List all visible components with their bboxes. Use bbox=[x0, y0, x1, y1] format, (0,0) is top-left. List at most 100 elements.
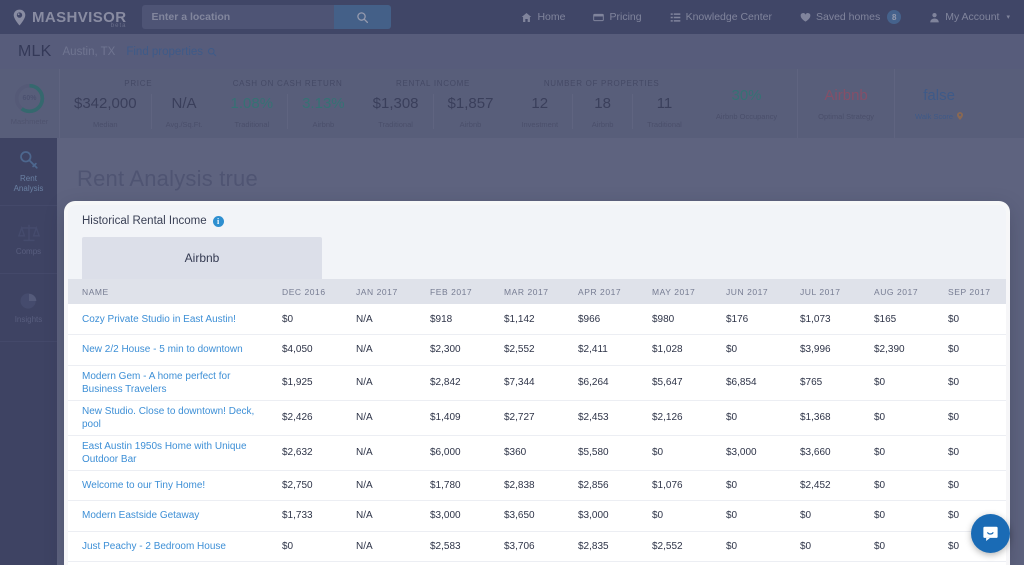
table-cell-value: $0 bbox=[860, 470, 934, 501]
stat-cell-median-price: $342,000 Median bbox=[60, 94, 152, 129]
table-cell-value: $2,856 bbox=[564, 470, 638, 501]
table-cell-value: $2,632 bbox=[268, 435, 342, 470]
stat-sublabel: Airbnb bbox=[313, 120, 335, 129]
table-cell-value: $0 bbox=[712, 400, 786, 435]
location-search-box[interactable] bbox=[142, 5, 391, 29]
table-cell-value: $3,706 bbox=[490, 531, 564, 562]
table-cell-value: $165 bbox=[860, 304, 934, 335]
table-cell-value: $176 bbox=[712, 304, 786, 335]
sidebar-label-comps: Comps bbox=[16, 247, 41, 257]
table-cell-value: N/A bbox=[342, 470, 416, 501]
stat-sublabel[interactable]: Walk Score bbox=[915, 112, 963, 121]
property-name-link[interactable]: New 2/2 House - 5 min to downtown bbox=[68, 335, 268, 366]
table-cell-value: $0 bbox=[786, 501, 860, 532]
nav-label-my-account: My Account bbox=[945, 11, 999, 23]
table-cell-value: $3,000 bbox=[416, 501, 490, 532]
info-icon[interactable]: i bbox=[213, 216, 224, 227]
table-cell-value: $2,452 bbox=[786, 470, 860, 501]
tab-airbnb[interactable]: Airbnb bbox=[82, 237, 322, 279]
table-cell-value: $2,842 bbox=[416, 365, 490, 400]
table-column-header[interactable]: NAME bbox=[68, 279, 268, 304]
table-cell-value: $0 bbox=[786, 531, 860, 562]
property-name-link[interactable]: New Studio. Close to downtown! Deck, poo… bbox=[68, 400, 268, 435]
table-cell-value: $0 bbox=[268, 304, 342, 335]
stat-group-title: RENTAL INCOME bbox=[359, 79, 508, 88]
nav-item-my-account[interactable]: My Account ▾ bbox=[929, 11, 1010, 23]
nav-item-home[interactable]: Home bbox=[521, 11, 565, 23]
stat-cell-income-airbnb: $1,857 Airbnb bbox=[434, 94, 508, 129]
nav-label-knowledge-center: Knowledge Center bbox=[686, 11, 772, 23]
table-column-header[interactable]: MAY 2017 bbox=[638, 279, 712, 304]
page-title: Rent Analysis true bbox=[77, 166, 258, 192]
table-cell-value: $5,647 bbox=[638, 365, 712, 400]
table-cell-value: $0 bbox=[712, 531, 786, 562]
nav-item-knowledge-center[interactable]: Knowledge Center bbox=[670, 11, 772, 23]
walk-score-label: Walk Score bbox=[915, 112, 953, 121]
sidebar-item-insights[interactable]: Insights bbox=[0, 274, 57, 342]
stat-sublabel: Avg./Sq.Ft. bbox=[166, 120, 203, 129]
app-page: MASHVISOR beta Home bbox=[0, 0, 1024, 565]
mashmeter-gauge: 60% bbox=[13, 82, 46, 115]
list-icon bbox=[670, 12, 681, 23]
table-cell-value: $0 bbox=[712, 335, 786, 366]
stat-group-number-of-properties: NUMBER OF PROPERTIES 12 Investment 18 Ai… bbox=[507, 69, 695, 138]
stat-value: $1,857 bbox=[448, 94, 494, 113]
nav-item-pricing[interactable]: Pricing bbox=[593, 11, 641, 23]
sidebar-item-rent-analysis[interactable]: Rent Analysis bbox=[0, 138, 57, 206]
table-cell-value: $0 bbox=[860, 501, 934, 532]
property-name-link[interactable]: Modern Gem - A home perfect for Business… bbox=[68, 365, 268, 400]
table-column-header[interactable]: AUG 2017 bbox=[860, 279, 934, 304]
table-column-header[interactable]: JUN 2017 bbox=[712, 279, 786, 304]
table-cell-value: $0 bbox=[712, 470, 786, 501]
table-cell-value: $0 bbox=[638, 501, 712, 532]
search-button[interactable] bbox=[334, 5, 391, 29]
search-icon bbox=[356, 11, 369, 24]
search-icon bbox=[207, 47, 217, 57]
table-cell-value: $2,426 bbox=[268, 400, 342, 435]
property-name-link[interactable]: Just Peachy - 2 Bedroom House bbox=[68, 531, 268, 562]
nav-item-saved-homes[interactable]: Saved homes 8 bbox=[800, 10, 901, 24]
sidebar-label-insights: Insights bbox=[15, 315, 43, 325]
table-cell-value: $5,580 bbox=[564, 435, 638, 470]
chat-icon bbox=[981, 524, 1000, 543]
table-column-header[interactable]: FEB 2017 bbox=[416, 279, 490, 304]
table-column-header[interactable]: DEC 2016 bbox=[268, 279, 342, 304]
table-column-header[interactable]: MAR 2017 bbox=[490, 279, 564, 304]
chat-launcher-button[interactable] bbox=[971, 514, 1010, 553]
table-cell-value: N/A bbox=[342, 304, 416, 335]
sidebar-item-comps[interactable]: Comps bbox=[0, 206, 57, 274]
table-cell-value: $6,854 bbox=[712, 365, 786, 400]
table-row: East Austin 1950s Home with Unique Outdo… bbox=[68, 435, 1006, 470]
table-column-header[interactable]: SEP 2017 bbox=[934, 279, 1006, 304]
table-cell-value: $1,925 bbox=[268, 365, 342, 400]
stat-value: false bbox=[923, 86, 955, 105]
table-cell-value: $1,073 bbox=[786, 304, 860, 335]
brand-logo-group[interactable]: MASHVISOR beta bbox=[12, 9, 126, 26]
stat-cell-properties-airbnb: 18 Airbnb bbox=[573, 94, 633, 129]
table-cell-value: $2,411 bbox=[564, 335, 638, 366]
modal-title: Historical Rental Income bbox=[82, 215, 207, 227]
table-column-header[interactable]: JAN 2017 bbox=[342, 279, 416, 304]
table-cell-value: $0 bbox=[860, 365, 934, 400]
mashmeter-widget: 60% Mashmeter bbox=[0, 69, 60, 138]
scales-icon bbox=[18, 222, 40, 244]
stat-sublabel: Traditional bbox=[234, 120, 269, 129]
search-input[interactable] bbox=[142, 5, 334, 29]
property-name-link[interactable]: Cozy Private Studio in East Austin! bbox=[68, 304, 268, 335]
table-cell-value: $2,727 bbox=[490, 400, 564, 435]
stat-sublabel: Airbnb bbox=[460, 120, 482, 129]
property-name-link[interactable]: Modern Eastside Getaway bbox=[68, 501, 268, 532]
property-name-link[interactable]: East Austin 1950s Home with Unique Outdo… bbox=[68, 435, 268, 470]
table-column-header[interactable]: APR 2017 bbox=[564, 279, 638, 304]
find-properties-link[interactable]: Find properties bbox=[126, 46, 217, 58]
breadcrumb: MLK Austin, TX Find properties bbox=[0, 34, 1024, 69]
table-row: Modern Gem - A home perfect for Business… bbox=[68, 365, 1006, 400]
table-cell-value: N/A bbox=[342, 365, 416, 400]
historical-rental-income-table-wrapper[interactable]: NAMEDEC 2016JAN 2017FEB 2017MAR 2017APR … bbox=[68, 279, 1006, 565]
table-column-header[interactable]: JUL 2017 bbox=[786, 279, 860, 304]
table-cell-value: N/A bbox=[342, 335, 416, 366]
table-cell-value: $3,660 bbox=[786, 435, 860, 470]
property-name-link[interactable]: Welcome to our Tiny Home! bbox=[68, 470, 268, 501]
pie-chart-icon bbox=[18, 290, 40, 312]
mashmeter-value: 60% bbox=[13, 82, 46, 115]
